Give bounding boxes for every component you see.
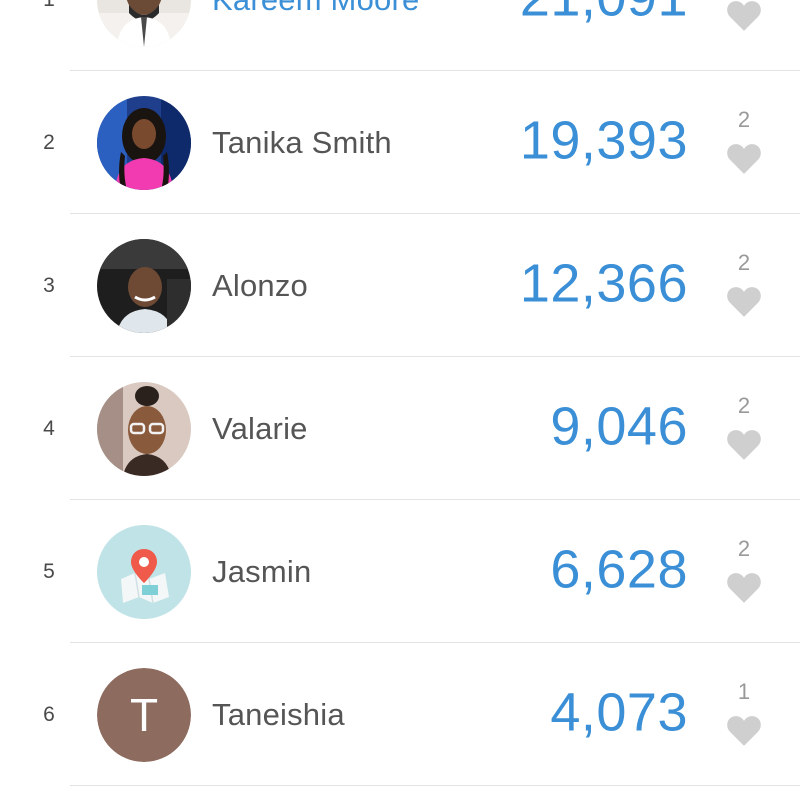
leaderboard-row[interactable]: 6 T Taneishia 4,073 1 <box>0 643 800 786</box>
rank-number: 5 <box>43 559 55 583</box>
leaderboard-row[interactable]: 1 Kareem Moore 21,091 <box>0 0 800 71</box>
rank-number: 4 <box>43 416 55 440</box>
profile-photo <box>97 238 191 333</box>
rank-number: 2 <box>43 130 55 154</box>
heart-icon[interactable] <box>725 140 763 176</box>
rank-number: 1 <box>36 0 62 12</box>
leaderboard-list: 1 Kareem Moore 21,091 2 <box>0 0 800 801</box>
score-value: 21,091 <box>520 0 688 28</box>
player-name[interactable]: Taneishia <box>212 697 345 733</box>
profile-photo <box>97 381 191 476</box>
heart-icon[interactable] <box>725 569 763 605</box>
profile-photo <box>97 95 191 190</box>
leaderboard-row[interactable]: 3 Alonzo 12,366 2 <box>0 214 800 357</box>
like-count: 2 <box>737 392 751 418</box>
avatar[interactable] <box>97 238 191 333</box>
avatar-initial: T <box>97 667 191 762</box>
leaderboard-row[interactable]: 4 Valarie 9,046 2 <box>0 357 800 500</box>
avatar[interactable] <box>97 524 191 619</box>
leaderboard-row[interactable]: 2 Tanika Smith 19,393 2 <box>0 71 800 214</box>
player-name[interactable]: Tanika Smith <box>212 125 392 161</box>
score-value: 12,366 <box>519 253 688 314</box>
rank-number: 3 <box>43 273 55 297</box>
avatar[interactable] <box>97 0 191 47</box>
leaderboard-row[interactable]: 5 Jasmin 6,628 2 <box>0 500 800 643</box>
heart-icon[interactable] <box>725 283 763 319</box>
score-value: 4,073 <box>550 682 688 743</box>
avatar[interactable]: T <box>97 667 191 762</box>
player-name[interactable]: Valarie <box>212 411 308 447</box>
like-count: 2 <box>737 249 751 275</box>
heart-icon[interactable] <box>725 712 763 748</box>
player-name[interactable]: Jasmin <box>212 554 311 590</box>
row-divider <box>70 785 800 786</box>
like-count: 1 <box>737 678 751 704</box>
score-value: 9,046 <box>550 396 688 457</box>
rank-number: 6 <box>43 702 55 726</box>
player-name[interactable]: Kareem Moore <box>212 0 419 18</box>
map-pin-icon <box>97 524 191 619</box>
like-count: 2 <box>737 535 751 561</box>
heart-icon[interactable] <box>725 0 763 33</box>
score-value: 6,628 <box>550 539 688 600</box>
player-name[interactable]: Alonzo <box>212 268 308 304</box>
avatar[interactable] <box>97 381 191 476</box>
score-value: 19,393 <box>519 110 688 171</box>
profile-photo <box>97 0 191 47</box>
like-count: 2 <box>737 106 751 132</box>
heart-icon[interactable] <box>725 426 763 462</box>
avatar[interactable] <box>97 95 191 190</box>
